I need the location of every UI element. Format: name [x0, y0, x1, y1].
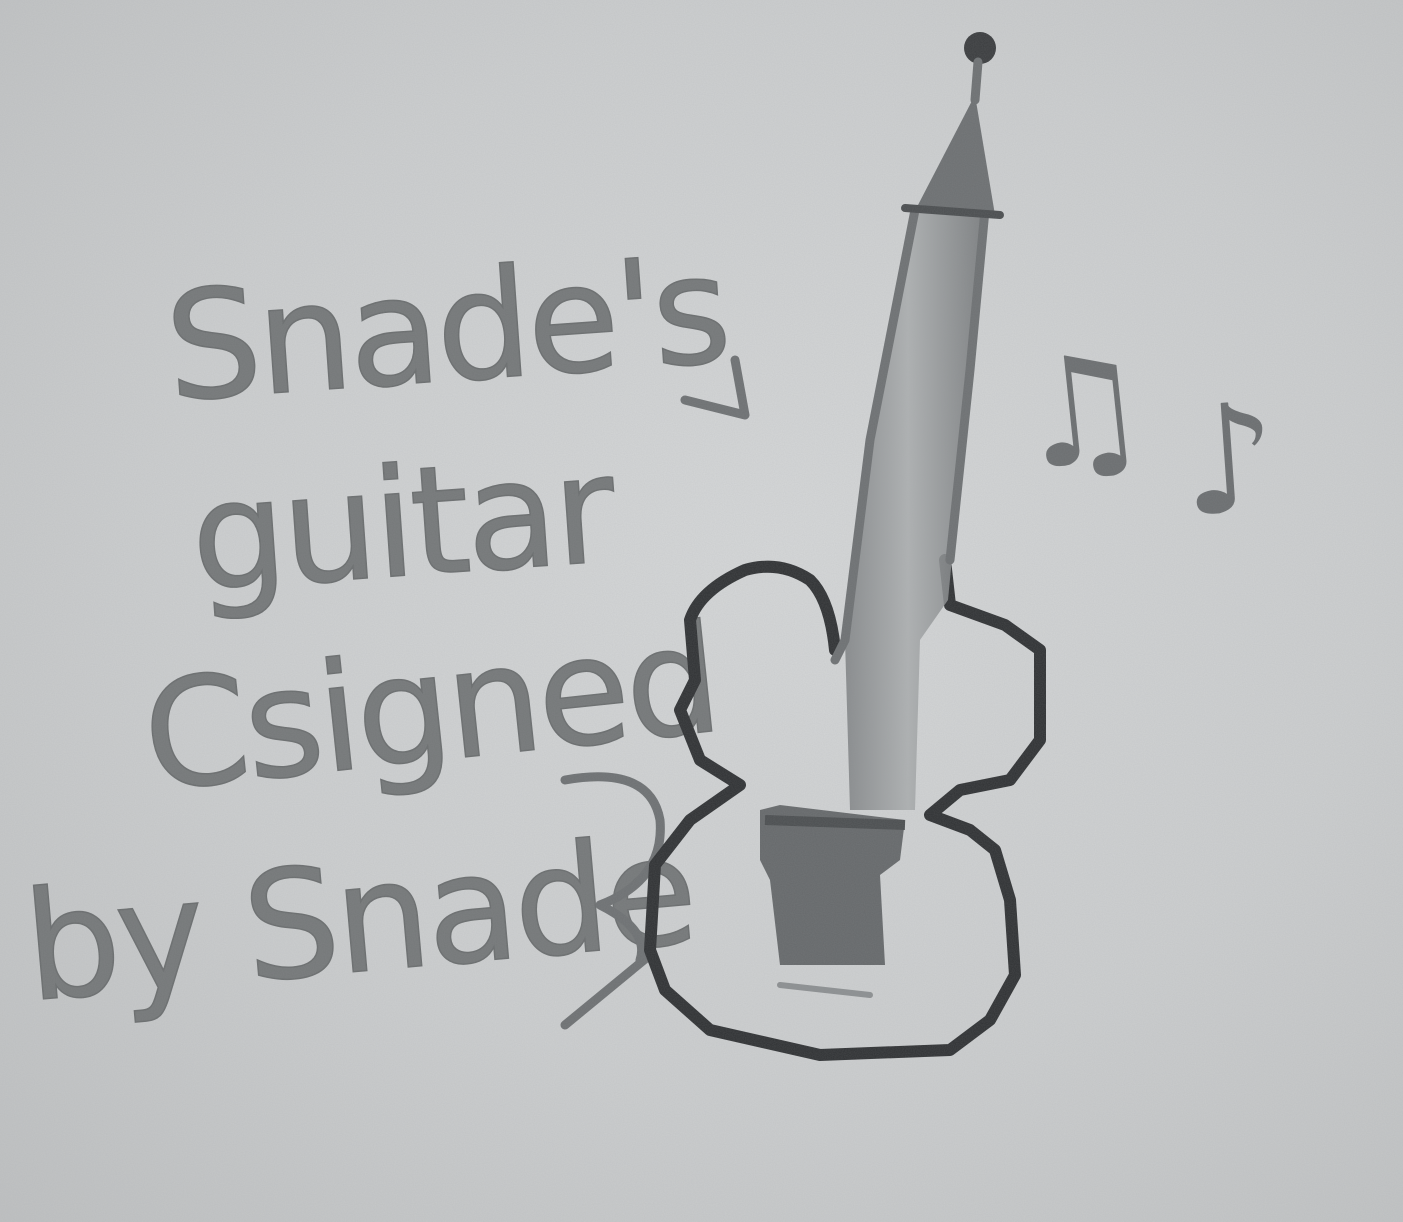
- pencil-sketch: Snade's guitar Csigned by Snade ♫ ♪: [0, 0, 1403, 1222]
- paper-grain: [0, 0, 1403, 1222]
